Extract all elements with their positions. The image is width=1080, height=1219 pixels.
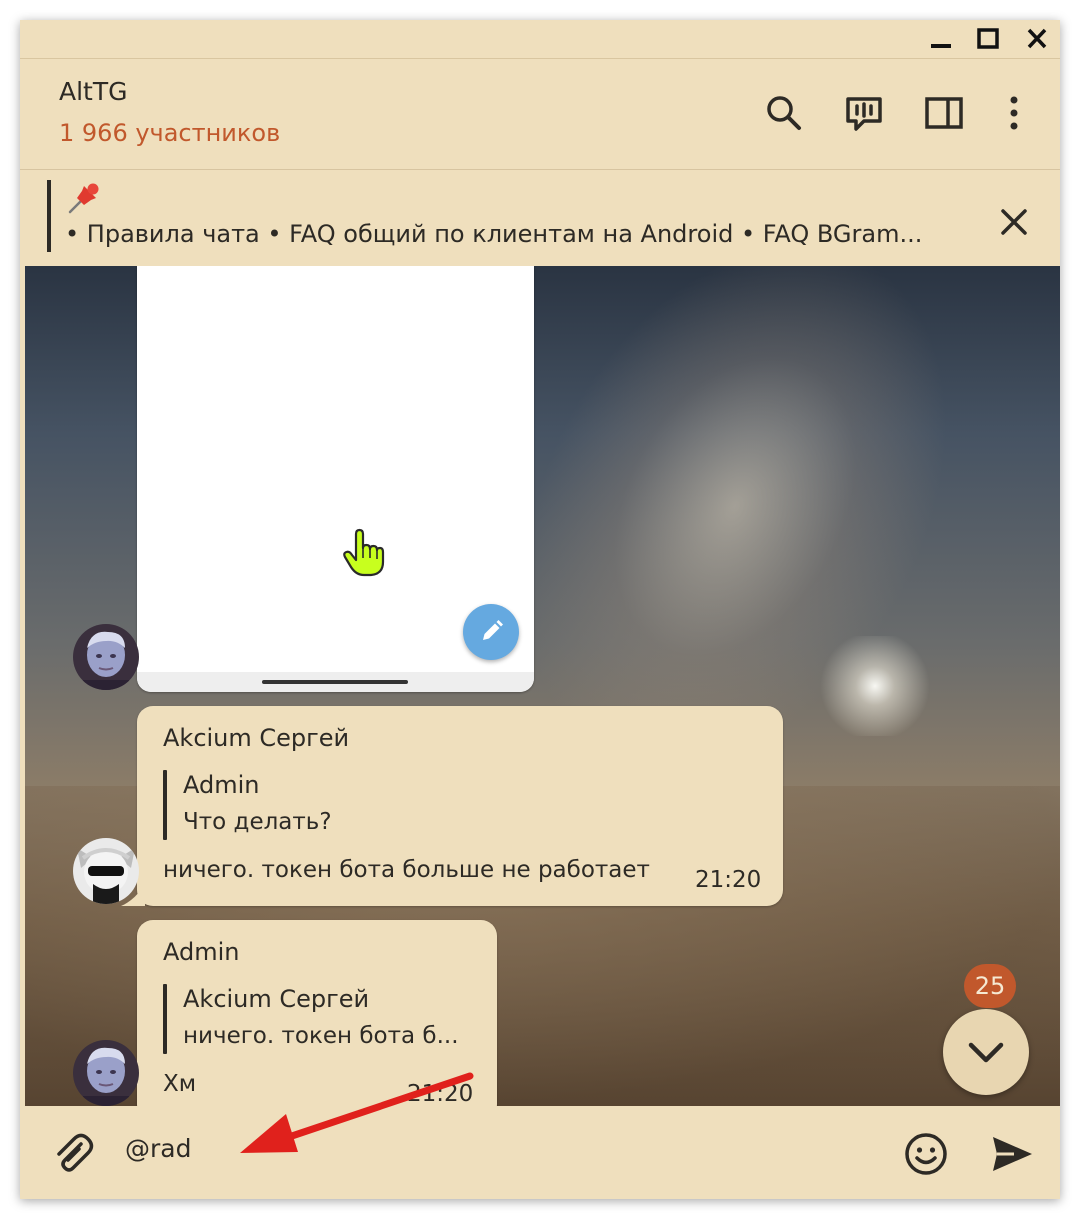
pinned-indicator — [47, 180, 51, 252]
annotation-arrow — [240, 1072, 474, 1153]
reply-name[interactable]: Admin — [183, 771, 260, 799]
message-text: Хм — [163, 1071, 197, 1097]
pinned-text[interactable]: • Правила чата • FAQ общий по клиентам н… — [65, 220, 922, 248]
reply-name[interactable]: Akcium Сергей — [183, 985, 369, 1013]
message-text: ничего. токен бота больше не работает — [163, 857, 650, 883]
message-sender[interactable]: Akcium Сергей — [163, 724, 349, 752]
reply-text[interactable]: Что делать? — [183, 809, 332, 835]
reply-indicator — [163, 984, 167, 1054]
pencil-icon[interactable] — [463, 604, 519, 660]
pinned-message-bar[interactable]: • Правила чата • FAQ общий по клиентам н… — [20, 170, 1060, 265]
members-count: 1 966 участников — [59, 119, 281, 147]
chat-title[interactable]: AltTG — [59, 77, 128, 106]
send-icon[interactable] — [988, 1130, 1036, 1178]
reply-indicator — [163, 770, 167, 840]
unread-count-badge[interactable]: 25 — [964, 964, 1016, 1008]
maximize-icon[interactable] — [973, 26, 1003, 52]
sidebar-icon[interactable] — [922, 91, 966, 135]
chevron-down-icon — [968, 1042, 1004, 1063]
app-window: AltTG 1 966 участников • Правила чата • … — [20, 20, 1060, 1199]
wallpaper-light — [815, 636, 935, 736]
paperclip-icon[interactable] — [50, 1130, 98, 1178]
chat-header[interactable]: AltTG 1 966 участников — [20, 59, 1060, 170]
message-sender[interactable]: Admin — [163, 938, 240, 966]
scroll-down-button[interactable] — [943, 1009, 1029, 1095]
chat-messages-area[interactable]: Akcium Сергей Admin Что делать? ничего. … — [25, 266, 1060, 1106]
image-message[interactable] — [137, 266, 534, 692]
close-icon[interactable] — [1022, 26, 1052, 52]
home-indicator — [262, 680, 408, 684]
avatar[interactable] — [73, 1040, 139, 1106]
voice-chat-icon[interactable] — [842, 91, 886, 135]
more-icon[interactable] — [992, 91, 1036, 135]
message-composer — [20, 1106, 1060, 1199]
minimize-icon[interactable] — [926, 26, 956, 52]
hand-cursor-icon — [342, 528, 386, 578]
pushpin-icon — [64, 178, 104, 218]
message-bubble[interactable]: Akcium Сергей Admin Что делать? ничего. … — [137, 706, 783, 906]
close-pinned-icon[interactable] — [992, 200, 1036, 244]
search-icon[interactable] — [762, 91, 806, 135]
avatar[interactable] — [73, 838, 139, 904]
smile-icon[interactable] — [902, 1130, 950, 1178]
message-time: 21:20 — [695, 867, 762, 893]
title-bar — [20, 20, 1060, 59]
avatar[interactable] — [73, 624, 139, 690]
